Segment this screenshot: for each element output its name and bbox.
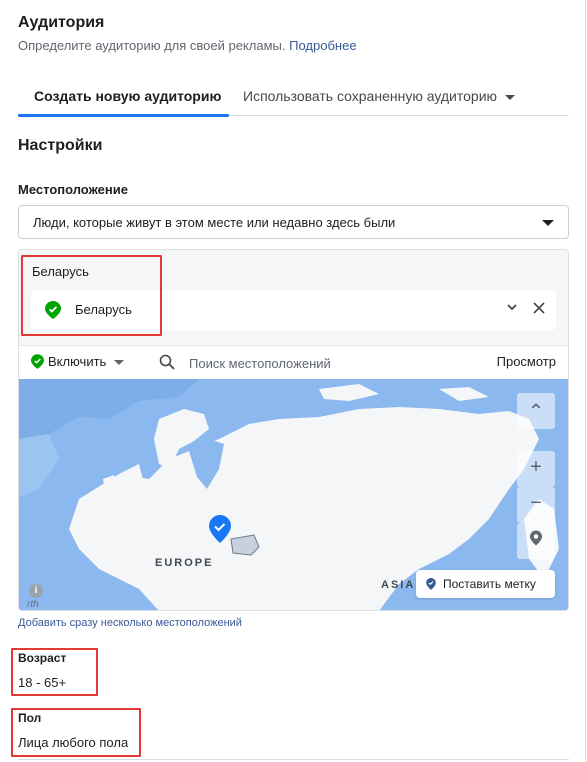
location-toolbar: Включить Просмотр [19, 345, 568, 379]
age-value[interactable]: 18 - 65+ [18, 675, 66, 690]
locate-button[interactable] [517, 523, 555, 559]
section-header-audience: Аудитория [18, 14, 105, 31]
gender-label: Пол [18, 711, 42, 725]
included-location-pin-icon [45, 301, 61, 324]
info-icon[interactable]: i [29, 584, 43, 598]
age-label: Возраст [18, 651, 67, 665]
search-icon [159, 354, 175, 370]
drop-pin-button[interactable]: Поставить метку [416, 570, 555, 598]
dropdown-arrow-icon [542, 220, 554, 226]
include-exclude-dropdown[interactable]: Включить [31, 354, 125, 369]
add-multiple-locations-link[interactable]: Добавить сразу несколько местоположений [18, 617, 242, 629]
tab-use-saved-audience[interactable]: Использовать сохраненную аудиторию [243, 88, 516, 104]
selected-location-name: Беларусь [75, 302, 132, 317]
map-attribution: rth [27, 599, 39, 610]
location-picker: Беларусь Беларусь Включить Поиск местопо… [18, 249, 569, 611]
zoom-out-button[interactable]: − [517, 487, 555, 523]
map-collapse-button[interactable]: ⌃ [517, 393, 555, 429]
tab-create-new-audience[interactable]: Создать новую аудиторию [17, 88, 230, 117]
include-label: Включить [48, 354, 107, 369]
tab-use-saved-audience-label: Использовать сохраненную аудиторию [243, 88, 498, 104]
audience-description-text: Определите аудиторию для своей рекламы. [18, 38, 286, 53]
chevron-up-icon: ⌃ [527, 401, 545, 423]
location-search [159, 352, 459, 374]
map-pin-icon [517, 529, 555, 552]
pin-icon [426, 578, 436, 590]
minus-icon: − [530, 492, 542, 514]
selected-location-chip[interactable]: Беларусь [31, 290, 556, 330]
learn-more-link[interactable]: Подробнее [289, 38, 356, 53]
caret-down-icon [114, 360, 125, 366]
drop-pin-label: Поставить метку [443, 577, 536, 591]
map-label-asia: ASIA [381, 579, 416, 591]
location-type-value: Люди, которые живут в этом месте или нед… [33, 215, 396, 230]
map-view[interactable]: ⌃ + − EUROPE ASIA i rth Поставить метку [19, 379, 568, 610]
audience-tabs: Создать новую аудиторию Использовать сох… [17, 80, 569, 117]
close-icon[interactable] [530, 299, 548, 317]
settings-title: Настройки [18, 137, 103, 154]
location-label: Местоположение [18, 182, 128, 197]
plus-icon: + [530, 456, 542, 478]
include-pin-icon [31, 354, 44, 369]
chevron-down-icon[interactable] [506, 300, 518, 316]
map-label-europe: EUROPE [155, 557, 214, 569]
country-group-label: Беларусь [32, 264, 89, 279]
audience-panel: Аудитория Определите аудиторию для своей… [0, 0, 586, 762]
zoom-in-button[interactable]: + [517, 451, 555, 487]
location-type-select[interactable]: Люди, которые живут в этом месте или нед… [18, 205, 569, 239]
caret-down-icon [505, 94, 516, 100]
location-search-input[interactable] [187, 352, 447, 374]
divider [18, 759, 569, 760]
gender-value[interactable]: Лица любого пола [18, 735, 128, 750]
browse-button[interactable]: Просмотр [497, 354, 556, 369]
audience-description: Определите аудиторию для своей рекламы. … [18, 38, 357, 53]
